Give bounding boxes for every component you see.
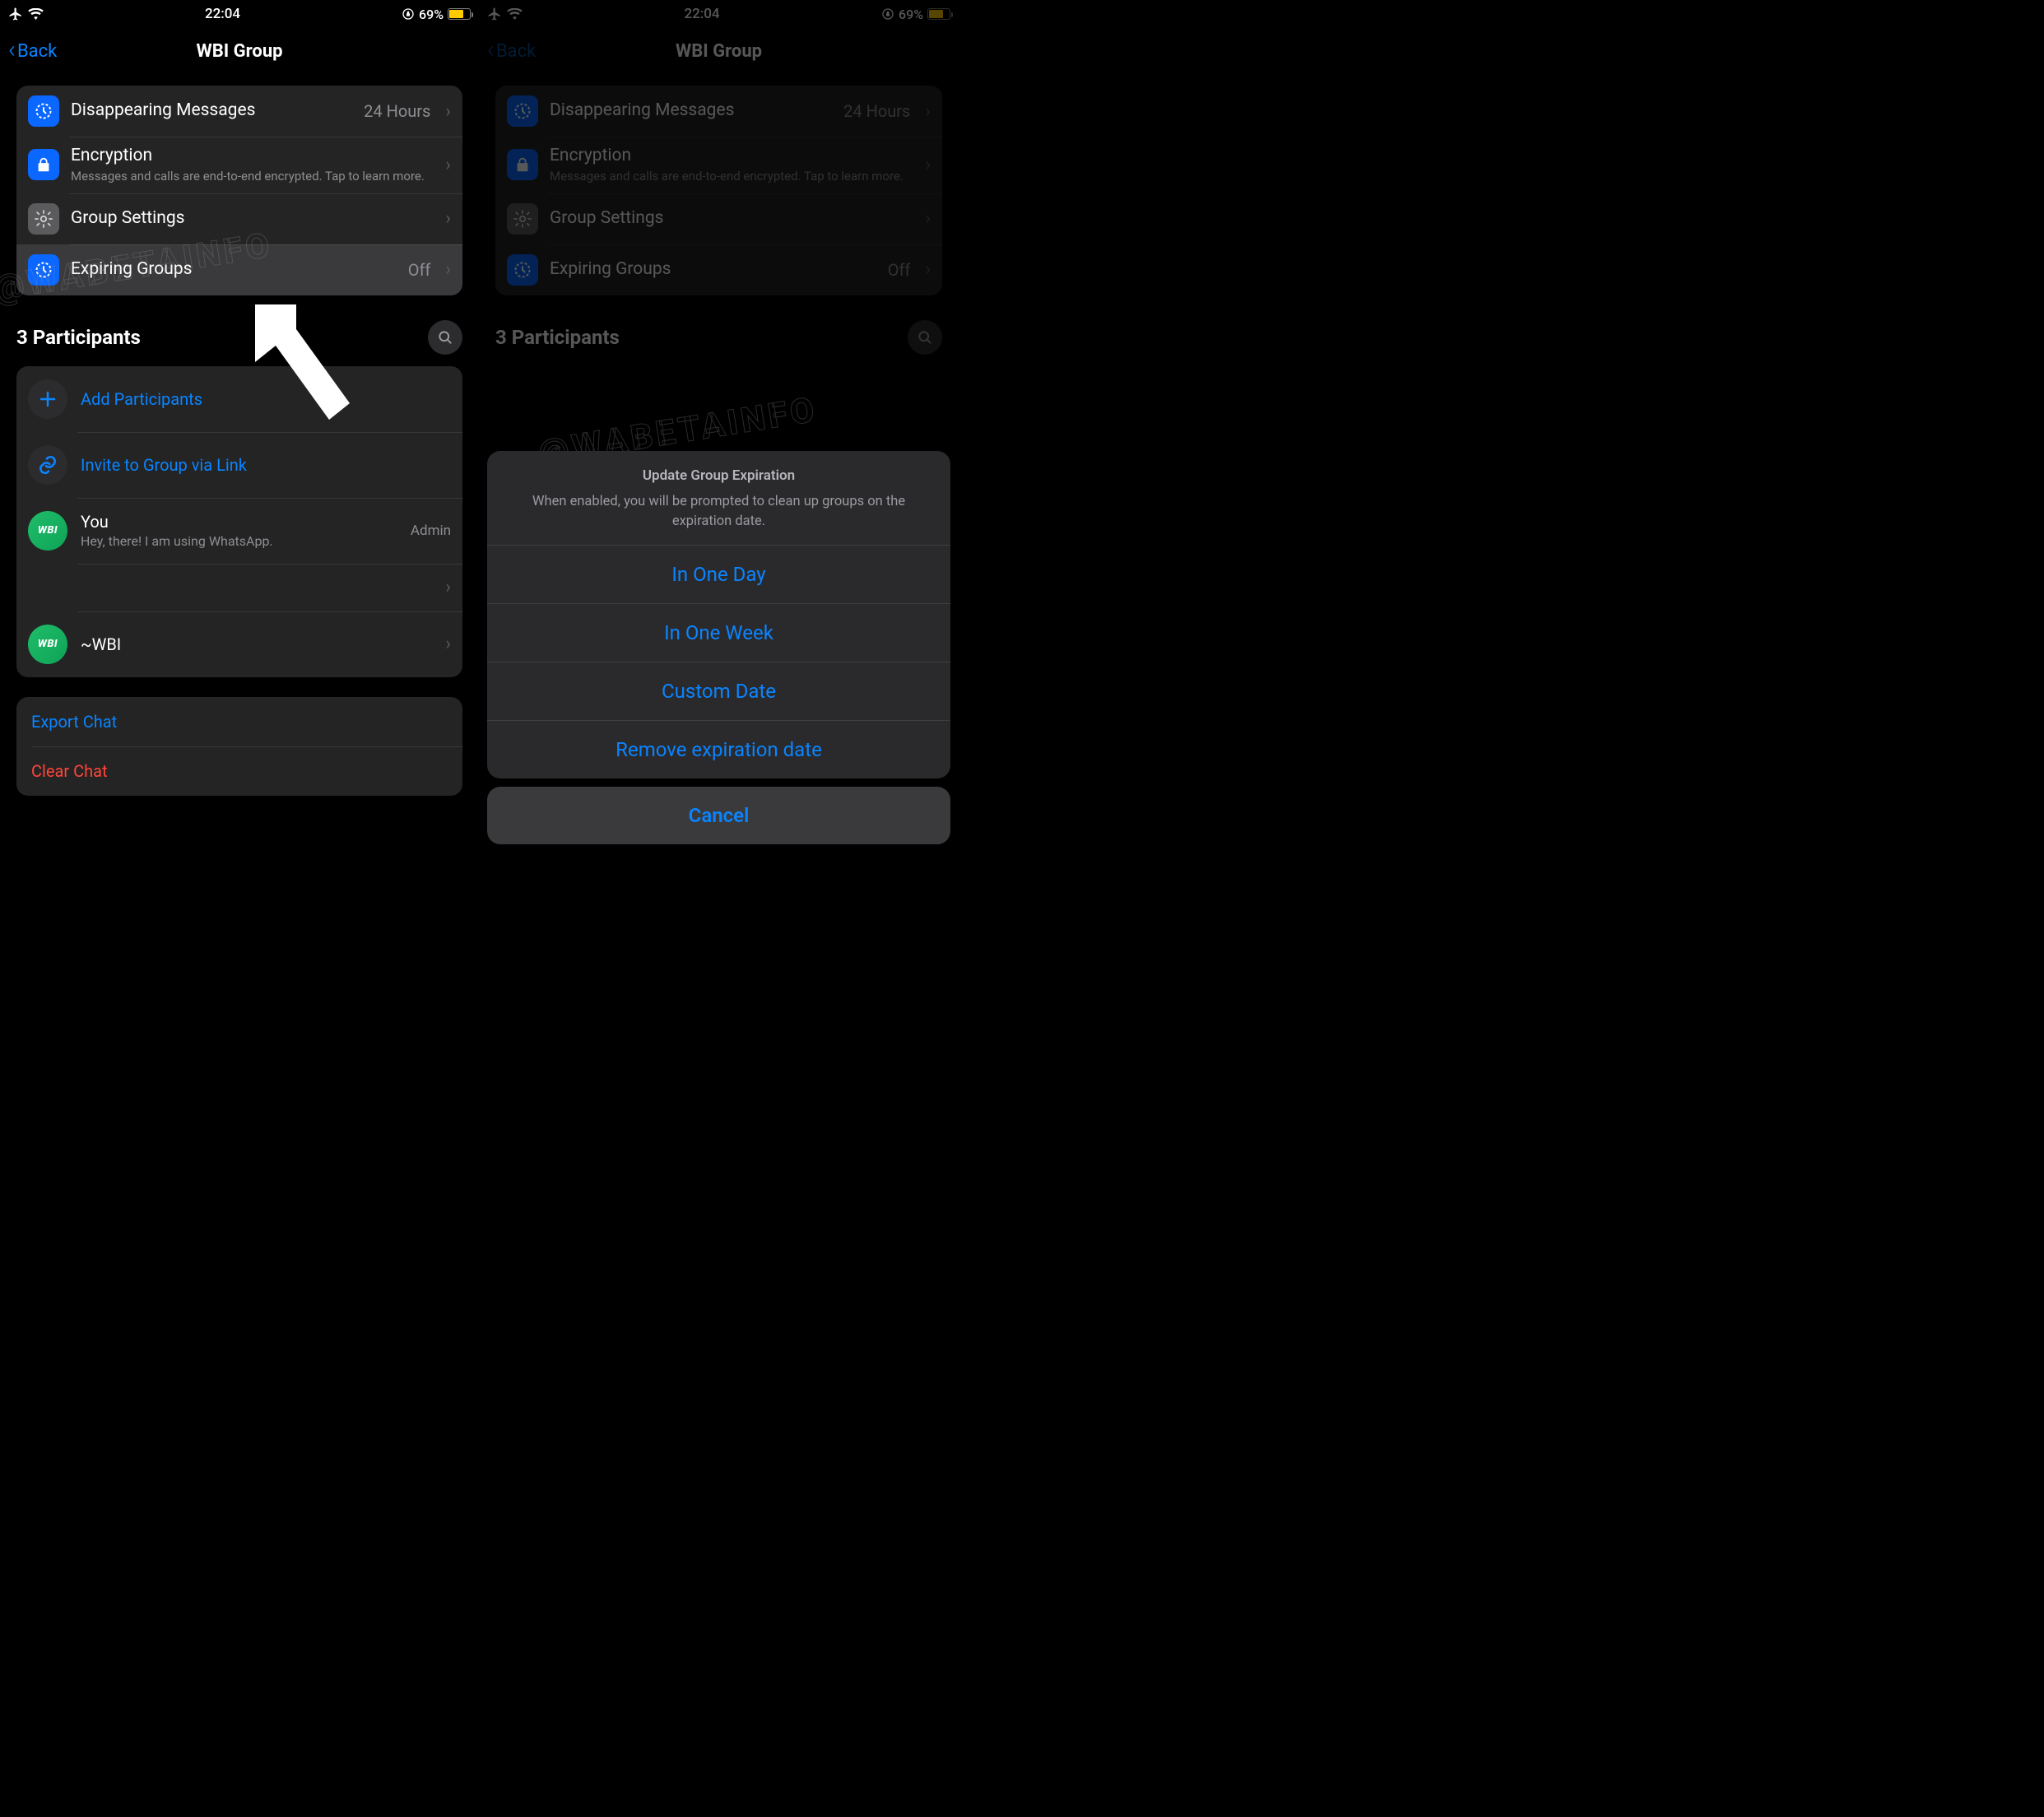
gear-icon xyxy=(507,203,538,235)
chevron-right-icon: › xyxy=(445,634,451,654)
row-value: Off xyxy=(888,260,911,280)
gear-icon xyxy=(28,203,59,235)
sheet-option-one-week[interactable]: In One Week xyxy=(487,603,950,662)
row-label: Disappearing Messages xyxy=(71,100,352,122)
sheet-description: When enabled, you will be prompted to cl… xyxy=(510,492,927,532)
page-title: WBI Group xyxy=(479,41,959,62)
battery-icon xyxy=(448,8,471,20)
sheet-option-custom-date[interactable]: Custom Date xyxy=(487,662,950,720)
row-encryption[interactable]: Encryption Messages and calls are end-to… xyxy=(495,137,942,193)
link-icon xyxy=(28,445,67,485)
participants-card: Add Participants Invite to Group via Lin… xyxy=(16,366,462,677)
avatar: WBI xyxy=(28,511,67,551)
row-value: Off xyxy=(408,260,431,280)
row-label: Disappearing Messages xyxy=(550,100,832,122)
status-bar: 22:04 69% xyxy=(479,0,959,28)
chevron-right-icon: › xyxy=(445,155,451,175)
sheet-option-remove-expiration[interactable]: Remove expiration date xyxy=(487,720,950,778)
screen-left: 22:04 69% ‹ Back WBI Group Disappearing … xyxy=(0,0,479,853)
row-label: Invite to Group via Link xyxy=(81,455,451,475)
row-group-settings[interactable]: Group Settings › xyxy=(495,193,942,244)
row-value: 24 Hours xyxy=(364,101,430,121)
footer-card: Export Chat Clear Chat xyxy=(16,697,462,796)
settings-card: Disappearing Messages 24 Hours › Encrypt… xyxy=(495,86,942,295)
search-icon xyxy=(917,329,933,346)
wifi-icon xyxy=(28,8,44,20)
row-participant-hidden[interactable]: › xyxy=(16,564,462,611)
row-disappearing-messages[interactable]: Disappearing Messages 24 Hours › xyxy=(495,86,942,137)
participants-header: 3 Participants xyxy=(495,326,620,349)
row-label: Add Participants xyxy=(81,389,451,409)
screen-right: 22:04 69% ‹ Back WBI Group Disappearing … xyxy=(479,0,959,853)
timer-icon xyxy=(507,254,538,286)
sheet-option-one-day[interactable]: In One Day xyxy=(487,545,950,603)
nav-bar: ‹ Back WBI Group xyxy=(479,28,959,74)
participant-name: ~WBI xyxy=(81,634,432,654)
participant-name: You xyxy=(81,512,397,532)
row-value: 24 Hours xyxy=(843,101,910,121)
battery-percent: 69% xyxy=(899,7,923,22)
battery-icon xyxy=(927,8,950,20)
chevron-right-icon: › xyxy=(925,259,931,280)
chevron-right-icon: › xyxy=(445,577,451,597)
row-encryption[interactable]: Encryption Messages and calls are end-to… xyxy=(16,137,462,193)
timer-icon xyxy=(28,254,59,286)
row-label: Expiring Groups xyxy=(550,258,876,281)
airplane-icon xyxy=(487,7,502,21)
row-expiring-groups[interactable]: Expiring Groups Off › xyxy=(495,244,942,295)
orientation-lock-icon xyxy=(881,7,894,21)
chevron-right-icon: › xyxy=(925,155,931,175)
row-sublabel: Messages and calls are end-to-end encryp… xyxy=(550,168,913,184)
chevron-right-icon: › xyxy=(445,208,451,229)
participant-role: Admin xyxy=(411,523,451,539)
row-add-participants[interactable]: Add Participants xyxy=(16,366,462,432)
search-button[interactable] xyxy=(428,320,462,355)
action-sheet: Update Group Expiration When enabled, yo… xyxy=(487,451,950,844)
search-button[interactable] xyxy=(908,320,942,355)
row-export-chat[interactable]: Export Chat xyxy=(16,697,462,746)
settings-card: Disappearing Messages 24 Hours › Encrypt… xyxy=(16,86,462,295)
participant-status: Hey, there! I am using WhatsApp. xyxy=(81,533,397,549)
timer-icon xyxy=(28,95,59,127)
status-time: 22:04 xyxy=(684,6,719,22)
wifi-icon xyxy=(507,8,523,20)
row-expiring-groups[interactable]: Expiring Groups Off › xyxy=(16,244,462,295)
row-label: Encryption xyxy=(550,145,913,167)
airplane-icon xyxy=(8,7,23,21)
status-time: 22:04 xyxy=(205,6,240,22)
battery-percent: 69% xyxy=(419,7,444,22)
chevron-right-icon: › xyxy=(445,259,451,280)
timer-icon xyxy=(507,95,538,127)
avatar: WBI xyxy=(28,625,67,664)
search-icon xyxy=(437,329,453,346)
chevron-right-icon: › xyxy=(445,101,451,122)
lock-icon xyxy=(507,149,538,180)
participants-header: 3 Participants xyxy=(16,326,141,349)
status-bar: 22:04 69% xyxy=(0,0,479,28)
row-sublabel: Messages and calls are end-to-end encryp… xyxy=(71,168,434,184)
row-disappearing-messages[interactable]: Disappearing Messages 24 Hours › xyxy=(16,86,462,137)
lock-icon xyxy=(28,149,59,180)
nav-bar: ‹ Back WBI Group xyxy=(0,28,479,74)
row-group-settings[interactable]: Group Settings › xyxy=(16,193,462,244)
row-participant-wbi[interactable]: WBI ~WBI › xyxy=(16,611,462,677)
row-label: Encryption xyxy=(71,145,434,167)
sheet-cancel-button[interactable]: Cancel xyxy=(487,787,950,844)
row-clear-chat[interactable]: Clear Chat xyxy=(16,746,462,796)
row-label: Group Settings xyxy=(71,207,434,230)
sheet-title: Update Group Expiration xyxy=(510,467,927,484)
chevron-right-icon: › xyxy=(925,208,931,229)
row-invite-link[interactable]: Invite to Group via Link xyxy=(16,432,462,498)
row-label: Group Settings xyxy=(550,207,913,230)
row-label: Expiring Groups xyxy=(71,258,397,281)
row-participant-you[interactable]: WBI You Hey, there! I am using WhatsApp.… xyxy=(16,498,462,564)
orientation-lock-icon xyxy=(402,7,415,21)
page-title: WBI Group xyxy=(0,41,479,62)
plus-icon xyxy=(28,379,67,419)
chevron-right-icon: › xyxy=(925,101,931,122)
